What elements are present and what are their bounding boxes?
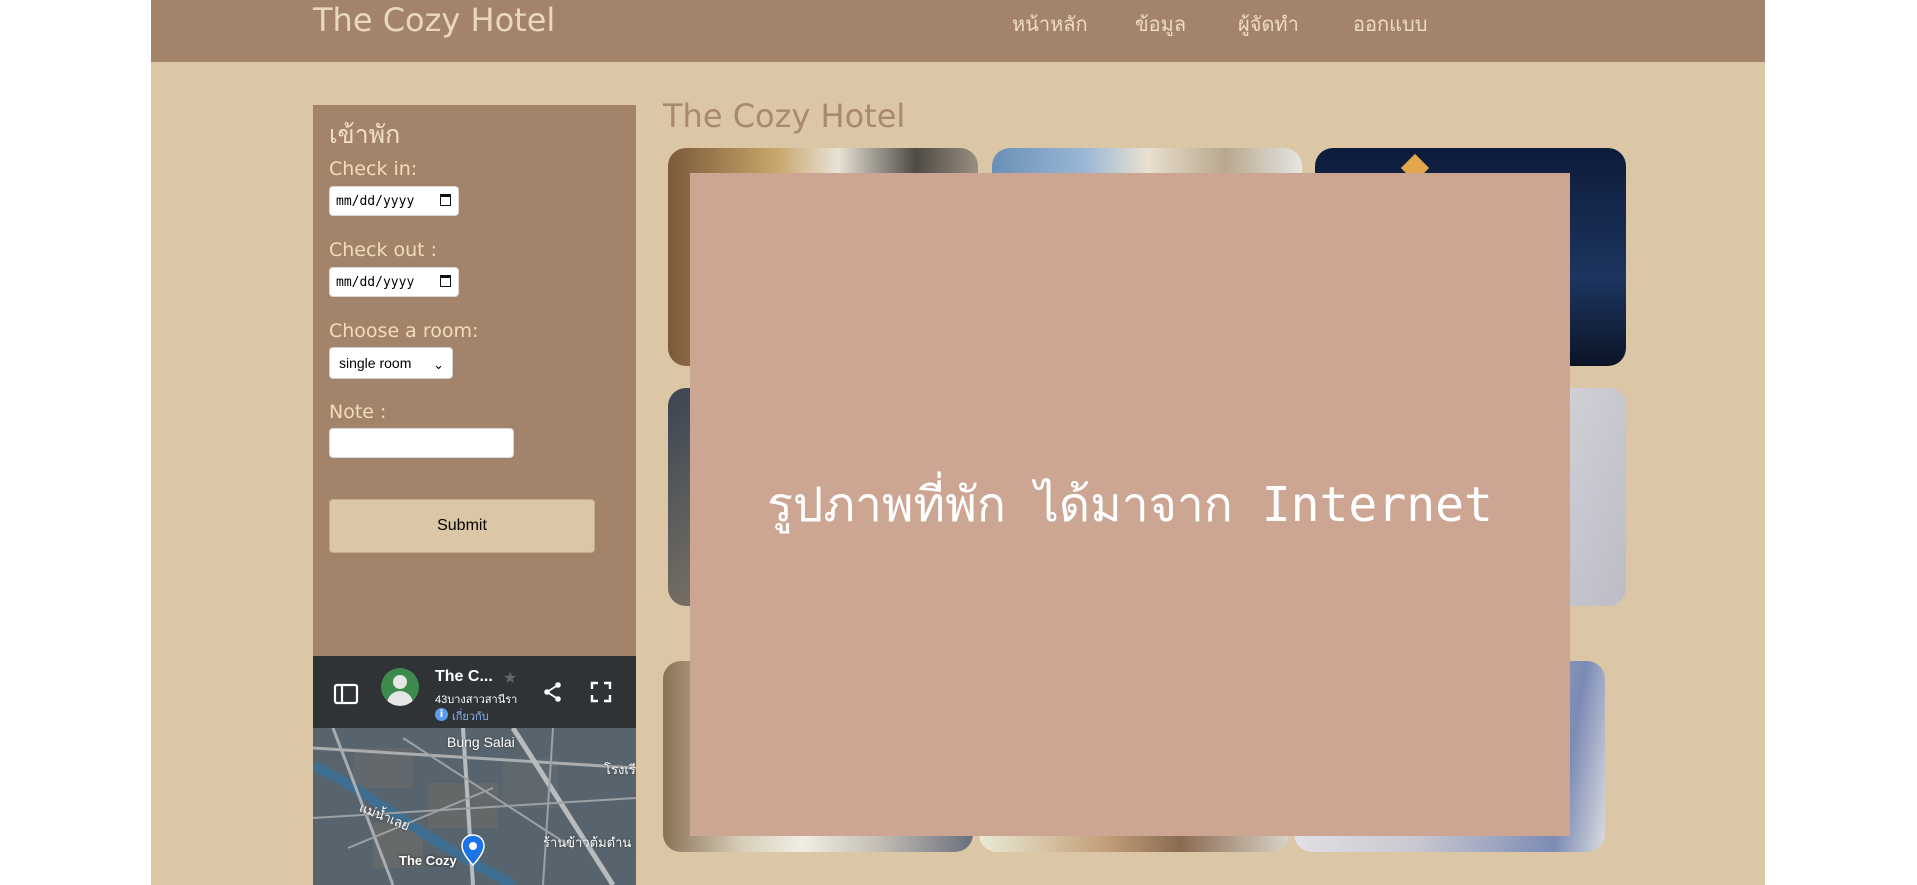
submit-button[interactable]: Submit [329,499,595,553]
map-embed[interactable]: The C... ★ 43บางสาวสานีรา i เกี่ยวกับ Bu… [313,656,636,885]
map-canvas[interactable]: Bung Salai แม่น้ำเลย โรงเรี ร้านข้าวต้มต… [313,728,636,885]
star-icon[interactable]: ★ [503,668,517,687]
checkin-value: mm/dd/yyyy [336,193,415,209]
map-shop-label: ร้านข้าวต้มตำน [543,836,632,851]
room-select[interactable]: single room ⌄ [329,347,453,379]
map-place-name: The C... [435,668,493,685]
overlay-caption: รูปภาพที่พัก ได้มาจาก Internet [767,476,1493,533]
nav-info[interactable]: ข้อมูล [1135,8,1186,40]
photo-credit-overlay[interactable]: รูปภาพที่พัก ได้มาจาก Internet [690,173,1570,836]
nav-creators[interactable]: ผู้จัดทำ [1238,8,1299,40]
room-label: Choose a room: [329,320,479,342]
map-header: The C... ★ 43บางสาวสานีรา i เกี่ยวกับ [313,656,636,728]
note-label: Note : [329,401,387,423]
gallery-title: The Cozy Hotel [663,97,906,135]
map-area-label: Bung Salai [447,734,515,750]
fullscreen-icon[interactable] [590,681,612,703]
side-panel-icon[interactable] [333,683,359,705]
checkin-label: Check in: [329,158,418,180]
map-address: 43บางสาวสานีรา [435,694,518,706]
map-pin-label: The Cozy [399,853,457,868]
nav-home[interactable]: หน้าหลัก [1012,8,1088,40]
page: The Cozy Hotel หน้าหลัก ข้อมูล ผู้จัดทำ … [151,0,1765,885]
note-input[interactable] [329,428,514,458]
room-selected-value: single room [339,355,412,371]
share-icon[interactable] [542,681,564,703]
info-icon: i [435,708,448,721]
booking-panel: เข้าพัก Check in: mm/dd/yyyy Check out :… [313,105,636,656]
top-navbar: The Cozy Hotel หน้าหลัก ข้อมูล ผู้จัดทำ … [151,0,1765,62]
checkout-value: mm/dd/yyyy [336,274,415,290]
about-link[interactable]: เกี่ยวกับ [452,707,489,725]
checkout-date-input[interactable]: mm/dd/yyyy [329,267,459,297]
map-school-label: โรงเรี [604,763,636,778]
checkin-date-input[interactable]: mm/dd/yyyy [329,186,459,216]
brand-logo[interactable]: The Cozy Hotel [313,0,555,40]
checkout-label: Check out : [329,239,438,261]
calendar-icon[interactable] [440,275,451,287]
calendar-icon[interactable] [440,194,451,206]
chevron-down-icon: ⌄ [433,357,444,372]
booking-title: เข้าพัก [329,120,401,149]
map-pin-icon[interactable] [461,834,485,866]
avatar [381,668,419,706]
nav-design[interactable]: ออกแบบ [1353,8,1427,40]
